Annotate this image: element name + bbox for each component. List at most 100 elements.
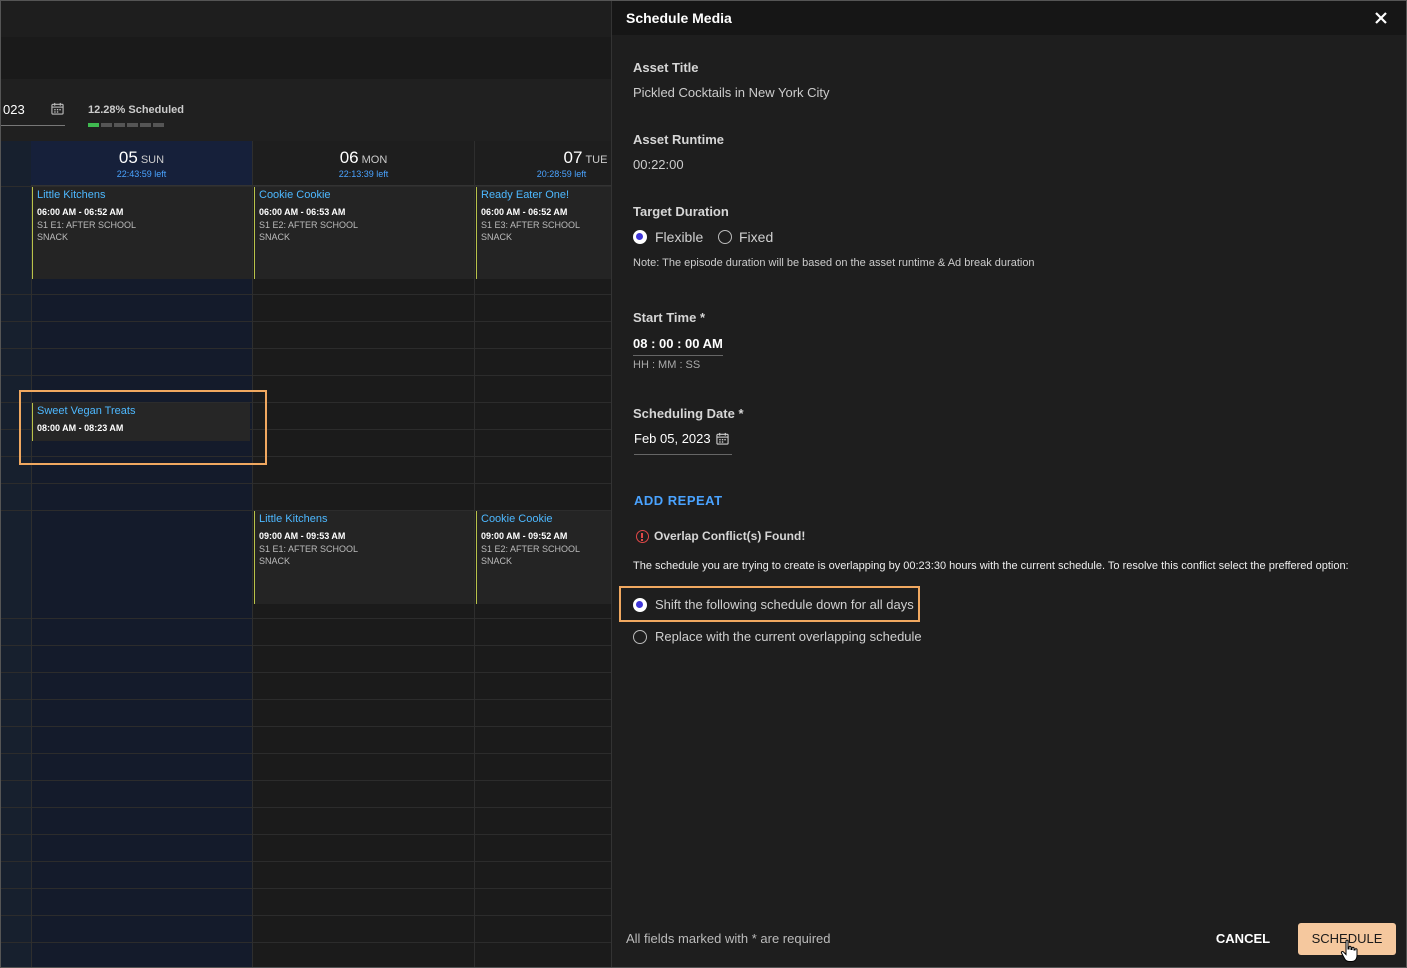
schedule-event[interactable]: Little Kitchens 09:00 AM - 09:53 AM S1 E… xyxy=(254,511,474,604)
progress-segment xyxy=(88,123,99,127)
flexible-radio-label[interactable]: Flexible xyxy=(655,229,703,245)
grid-line xyxy=(1,753,611,754)
grid-line xyxy=(1,888,611,889)
schedule-event[interactable]: Ready Eater One! 06:00 AM - 06:52 AM S1 … xyxy=(476,187,611,279)
time-left: 22:43:59 left xyxy=(116,169,167,179)
day-number: 05 xyxy=(118,148,138,167)
scheduling-date-label: Scheduling Date * xyxy=(633,406,744,421)
grid-line xyxy=(1,645,611,646)
event-title: Cookie Cookie xyxy=(481,513,553,525)
grid-line xyxy=(1,834,611,835)
event-episode: S1 E1: AFTER SCHOOL xyxy=(37,220,137,230)
grid-line xyxy=(1,915,611,916)
event-episode: S1 E3: AFTER SCHOOL xyxy=(481,220,581,230)
schedule-media-dialog: Schedule Media Asset Title Pickled Cockt… xyxy=(611,1,1406,967)
event-title: Ready Eater One! xyxy=(481,189,570,201)
shift-schedule-label[interactable]: Shift the following schedule down for al… xyxy=(655,597,914,612)
column-divider xyxy=(252,141,253,967)
schedule-event[interactable]: Cookie Cookie 06:00 AM - 06:53 AM S1 E2:… xyxy=(254,187,474,279)
dialog-title: Schedule Media xyxy=(626,10,732,26)
flexible-radio[interactable] xyxy=(633,230,647,244)
day-of-week: SUN xyxy=(140,154,165,166)
calendar-icon[interactable] xyxy=(716,432,729,445)
required-fields-note: All fields marked with * are required xyxy=(626,931,831,946)
grid-line xyxy=(1,672,611,673)
grid-line xyxy=(1,780,611,781)
replace-schedule-label[interactable]: Replace with the current overlapping sch… xyxy=(655,629,922,644)
start-time-underline xyxy=(633,355,723,356)
scheduled-progress-bar xyxy=(88,123,164,127)
event-episode: S1 E2: AFTER SCHOOL xyxy=(259,220,359,230)
event-title: Little Kitchens xyxy=(259,513,328,525)
date-picker-underline xyxy=(1,125,65,126)
scheduling-date-underline xyxy=(634,454,732,455)
event-episode-cont: SNACK xyxy=(481,232,513,242)
event-time: 09:00 AM - 09:53 AM xyxy=(259,531,346,541)
day-number: 06 xyxy=(339,148,359,167)
grid-line xyxy=(1,375,611,376)
event-time: 09:00 AM - 09:52 AM xyxy=(481,531,568,541)
grid-line xyxy=(1,348,611,349)
grid-line xyxy=(1,861,611,862)
highlight-box xyxy=(19,390,267,465)
grid-line xyxy=(1,942,611,943)
replace-schedule-radio[interactable] xyxy=(633,630,647,644)
event-episode: S1 E2: AFTER SCHOOL xyxy=(481,544,581,554)
column-divider xyxy=(474,141,475,967)
start-time-input[interactable]: 08 : 00 : 00 AM xyxy=(633,336,723,351)
day-header-tue[interactable]: 07 TUE 20:28:59 left xyxy=(475,141,611,186)
progress-segment xyxy=(140,123,151,127)
fixed-radio[interactable] xyxy=(718,230,732,244)
grid-line xyxy=(1,294,611,295)
event-time: 06:00 AM - 06:53 AM xyxy=(259,207,346,217)
asset-title-label: Asset Title xyxy=(633,60,699,75)
event-episode-cont: SNACK xyxy=(37,232,69,242)
event-episode: S1 E1: AFTER SCHOOL xyxy=(259,544,359,554)
fixed-radio-label[interactable]: Fixed xyxy=(739,229,773,245)
shift-schedule-radio[interactable] xyxy=(633,598,647,612)
grid-line xyxy=(1,618,611,619)
calendar-subbar xyxy=(1,37,611,79)
grid-line xyxy=(1,699,611,700)
day-number: 07 xyxy=(563,148,583,167)
date-picker-value[interactable]: 023 xyxy=(3,102,25,117)
cancel-button[interactable]: CANCEL xyxy=(1208,923,1278,955)
start-time-label: Start Time * xyxy=(633,310,706,325)
hand-cursor-icon xyxy=(1340,939,1358,962)
schedule-event[interactable]: Little Kitchens 06:00 AM - 06:52 AM S1 E… xyxy=(32,187,252,279)
scheduling-date-input[interactable]: Feb 05, 2023 xyxy=(634,431,711,446)
day-header-sun[interactable]: 05 SUN 22:43:59 left xyxy=(31,141,252,186)
start-time-format: HH : MM : SS xyxy=(633,359,701,371)
screen: 023 12.28% Scheduled 05 SUN 22:43:59 left… xyxy=(0,0,1407,968)
calendar-topbar xyxy=(1,1,611,37)
event-title: Cookie Cookie xyxy=(259,189,331,201)
grid-line xyxy=(1,321,611,322)
event-time: 06:00 AM - 06:52 AM xyxy=(481,207,568,217)
time-left: 20:28:59 left xyxy=(536,169,587,179)
day-of-week: MON xyxy=(361,154,388,166)
conflict-message: The schedule you are trying to create is… xyxy=(633,560,1349,572)
target-duration-label: Target Duration xyxy=(633,204,729,219)
close-icon[interactable] xyxy=(1372,9,1390,27)
progress-segment xyxy=(114,123,125,127)
event-episode-cont: SNACK xyxy=(259,556,291,566)
event-title: Little Kitchens xyxy=(37,189,106,201)
dialog-header: Schedule Media xyxy=(612,1,1406,35)
asset-title-value: Pickled Cocktails in New York City xyxy=(633,85,830,100)
event-time: 06:00 AM - 06:52 AM xyxy=(37,207,124,217)
scheduled-percent: 12.28% Scheduled xyxy=(88,104,184,116)
grid-line xyxy=(1,483,611,484)
progress-segment xyxy=(153,123,164,127)
event-episode-cont: SNACK xyxy=(259,232,291,242)
day-header-mon[interactable]: 06 MON 22:13:39 left xyxy=(253,141,474,186)
calendar-icon[interactable] xyxy=(51,102,64,115)
schedule-event[interactable]: Cookie Cookie 09:00 AM - 09:52 AM S1 E2:… xyxy=(476,511,611,604)
add-repeat-button[interactable]: ADD REPEAT xyxy=(634,493,723,508)
grid-line xyxy=(1,807,611,808)
schedule-calendar: 023 12.28% Scheduled 05 SUN 22:43:59 left… xyxy=(1,1,611,967)
asset-runtime-label: Asset Runtime xyxy=(633,132,725,147)
hour-column xyxy=(1,141,31,967)
event-episode-cont: SNACK xyxy=(481,556,513,566)
warning-icon xyxy=(636,530,649,543)
conflict-title: Overlap Conflict(s) Found! xyxy=(654,529,806,543)
